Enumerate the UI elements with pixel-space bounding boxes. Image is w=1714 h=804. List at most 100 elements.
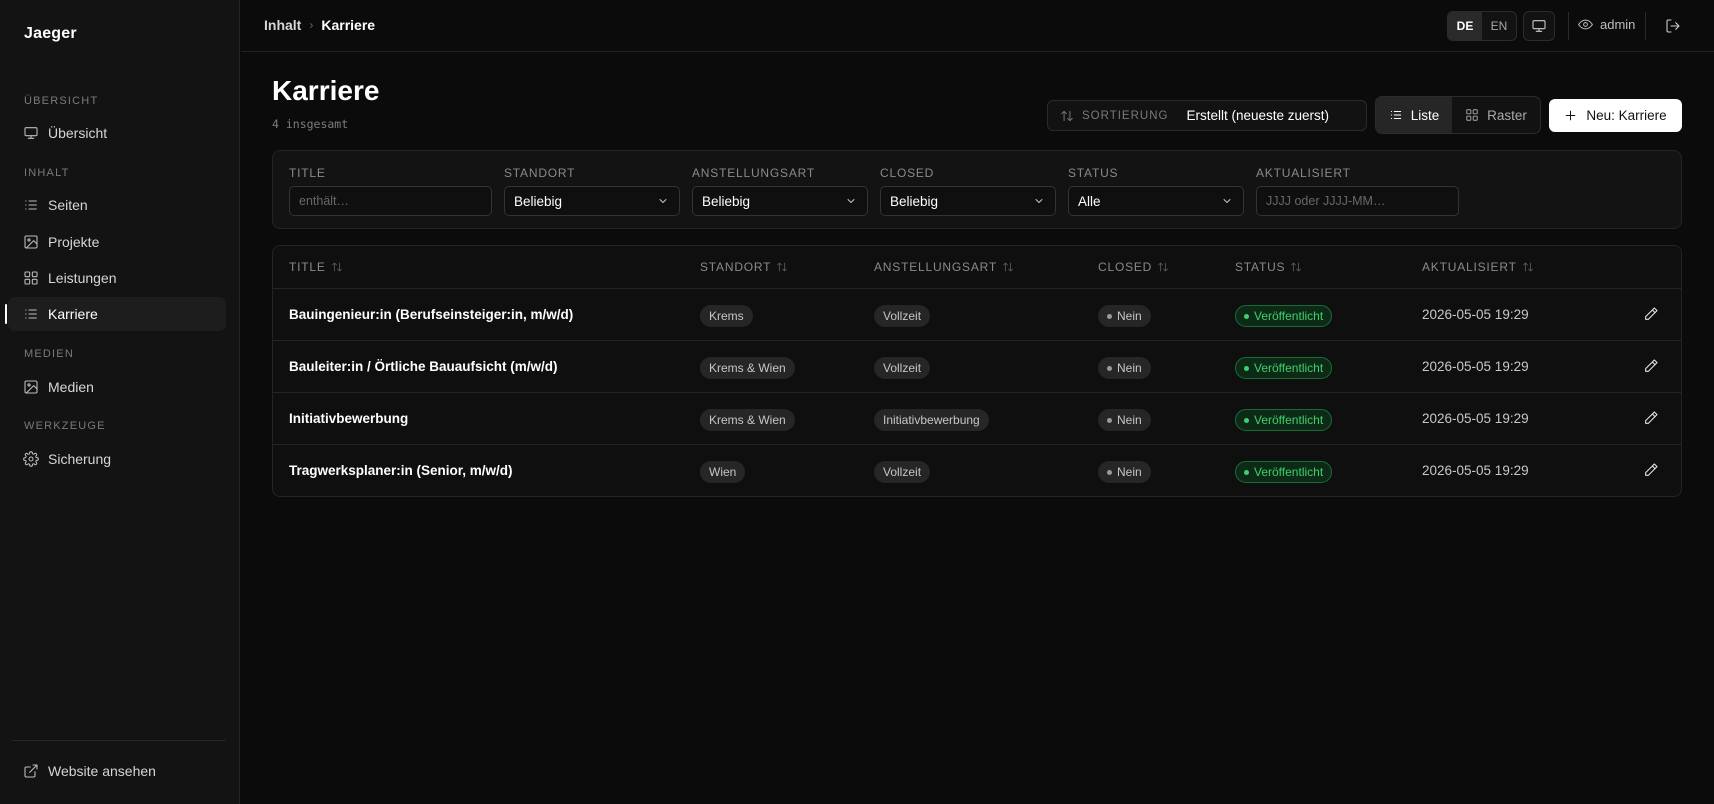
closed-value: Nein [1117, 309, 1142, 323]
sidebar-item-uebersicht[interactable]: Übersicht [8, 116, 226, 150]
sort-arrows-icon [1157, 261, 1169, 273]
anstellungsart-chip: Vollzeit [874, 461, 931, 483]
row-title[interactable]: Initiativbewerbung [289, 411, 408, 426]
closed-chip: Nein [1098, 409, 1151, 431]
row-title[interactable]: Tragwerksplaner:in (Senior, m/w/d) [289, 463, 513, 478]
column-header-title[interactable]: TITLE [289, 260, 343, 274]
grid-icon [1465, 108, 1479, 122]
dot-icon [1107, 417, 1112, 423]
sort-arrows-icon [776, 261, 788, 273]
sidebar-item-leistungen[interactable]: Leistungen [8, 261, 226, 295]
external-link-icon [23, 763, 39, 779]
sidebar-item-label: Sicherung [48, 451, 112, 467]
closed-chip: Nein [1098, 305, 1151, 327]
anstellungsart-chip: Vollzeit [874, 357, 931, 379]
closed-chip: Nein [1098, 461, 1151, 483]
sidebar-item-sicherung[interactable]: Sicherung [8, 442, 226, 476]
topbar-separator [1645, 12, 1646, 40]
sort-arrows-icon [331, 261, 343, 273]
status-value: Veröffentlicht [1254, 465, 1324, 479]
sort-select[interactable]: SORTIERUNG Erstellt (neueste zuerst) [1047, 100, 1367, 131]
table-row[interactable]: Bauingenieur:in (Berufseinsteiger:in, m/… [273, 289, 1681, 341]
website-ansehen-label: Website ansehen [48, 763, 156, 779]
table-row[interactable]: Initiativbewerbung Krems & Wien Initiati… [273, 393, 1681, 445]
preview-button[interactable] [1523, 11, 1555, 41]
row-title[interactable]: Bauleiter:in / Örtliche Bauaufsicht (m/w… [289, 359, 558, 374]
user-indicator: admin [1578, 17, 1635, 32]
image-icon [23, 379, 39, 395]
filter-status-select[interactable]: Alle [1068, 186, 1244, 216]
pencil-icon [1643, 462, 1661, 478]
table-header: TITLE STANDORT ANSTELLUNGSART CLOSED STA… [273, 246, 1681, 289]
table-row[interactable]: Bauleiter:in / Örtliche Bauaufsicht (m/w… [273, 341, 1681, 393]
sidebar-item-karriere[interactable]: Karriere [5, 297, 226, 331]
closed-chip: Nein [1098, 357, 1151, 379]
closed-value: Nein [1117, 465, 1142, 479]
standort-chip: Krems & Wien [700, 409, 795, 431]
new-karriere-label: Neu: Karriere [1586, 108, 1667, 123]
filter-aktualisiert-input[interactable]: JJJJ oder JJJJ-MM… [1256, 186, 1459, 216]
column-header-anstellungsart[interactable]: ANSTELLUNGSART [874, 260, 1014, 274]
language-en-button[interactable]: EN [1482, 12, 1516, 40]
row-updated: 2026-05-05 19:29 [1422, 307, 1529, 322]
column-header-label: AKTUALISIERT [1422, 260, 1517, 274]
sort-arrows-icon [1522, 261, 1534, 273]
sidebar-item-label: Projekte [48, 234, 100, 250]
filter-anstellungsart-value: Beliebig [702, 193, 751, 209]
column-header-status[interactable]: STATUS [1235, 260, 1302, 274]
edit-button[interactable] [1643, 410, 1661, 428]
filter-standort-value: Beliebig [514, 193, 563, 209]
view-grid-button[interactable]: Raster [1452, 97, 1540, 133]
brand-logo[interactable]: Jaeger [24, 25, 77, 43]
column-header-closed[interactable]: CLOSED [1098, 260, 1169, 274]
eye-icon [1578, 17, 1593, 32]
status-dot-icon [1244, 417, 1249, 423]
filter-closed-select[interactable]: Beliebig [880, 186, 1056, 216]
sort-label: SORTIERUNG [1082, 109, 1169, 122]
sidebar-item-seiten[interactable]: Seiten [8, 188, 226, 222]
column-header-label: STANDORT [700, 260, 772, 274]
column-header-label: ANSTELLUNGSART [874, 260, 998, 274]
view-grid-label: Raster [1487, 107, 1527, 123]
table-row[interactable]: Tragwerksplaner:in (Senior, m/w/d) Wien … [273, 445, 1681, 496]
list-icon [23, 197, 39, 213]
username: admin [1600, 17, 1636, 32]
pencil-icon [1643, 306, 1661, 322]
column-header-aktualisiert[interactable]: AKTUALISIERT [1422, 260, 1534, 274]
filter-standort-select[interactable]: Beliebig [504, 186, 680, 216]
row-title[interactable]: Bauingenieur:in (Berufseinsteiger:in, m/… [289, 307, 573, 322]
pencil-icon [1643, 358, 1661, 374]
filter-anstellungsart-label: ANSTELLUNGSART [692, 166, 816, 180]
breadcrumb-separator-icon: › [309, 18, 314, 32]
breadcrumb-inhalt[interactable]: Inhalt [264, 17, 301, 33]
nav-section-werkzeuge: WERKZEUGE [24, 420, 106, 432]
filter-anstellungsart-select[interactable]: Beliebig [692, 186, 868, 216]
nav-section-inhalt: INHALT [24, 167, 70, 179]
filter-title-input[interactable]: enthält… [289, 186, 492, 216]
dot-icon [1107, 313, 1112, 319]
edit-button[interactable] [1643, 306, 1661, 324]
view-list-button[interactable]: Liste [1376, 97, 1453, 133]
monitor-icon [1531, 18, 1547, 34]
closed-value: Nein [1117, 361, 1142, 375]
sort-arrows-icon [1290, 261, 1302, 273]
row-updated: 2026-05-05 19:29 [1422, 463, 1529, 478]
chevron-down-icon [657, 195, 669, 207]
filter-aktualisiert-label: AKTUALISIERT [1256, 166, 1351, 180]
new-karriere-button[interactable]: Neu: Karriere [1549, 99, 1682, 132]
list-icon [1389, 108, 1403, 122]
plus-icon [1564, 109, 1577, 122]
sidebar-item-medien[interactable]: Medien [8, 370, 226, 404]
status-value: Veröffentlicht [1254, 361, 1324, 375]
language-de-button[interactable]: DE [1448, 12, 1482, 40]
list-icon [23, 306, 39, 322]
edit-button[interactable] [1643, 358, 1661, 376]
column-header-standort[interactable]: STANDORT [700, 260, 788, 274]
view-list-label: Liste [1410, 107, 1440, 123]
filter-standort-label: STANDORT [504, 166, 576, 180]
sidebar-item-projekte[interactable]: Projekte [8, 225, 226, 259]
website-ansehen-link[interactable]: Website ansehen [8, 754, 226, 788]
column-header-label: TITLE [289, 260, 326, 274]
edit-button[interactable] [1643, 462, 1661, 480]
logout-button[interactable] [1665, 18, 1681, 34]
